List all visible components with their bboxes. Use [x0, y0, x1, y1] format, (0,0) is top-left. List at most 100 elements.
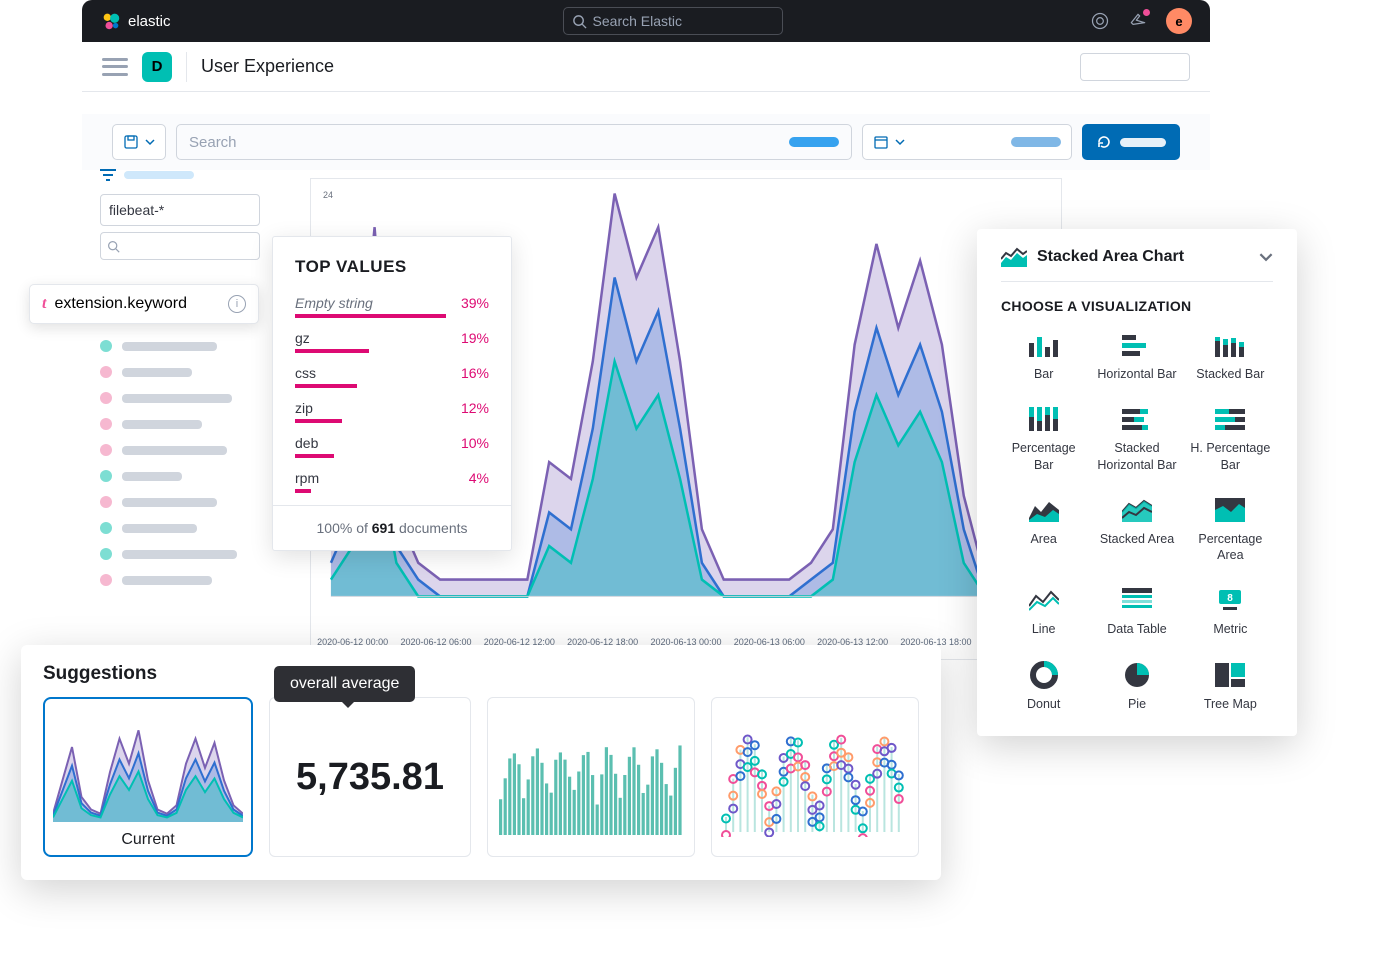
- nav-toggle-icon[interactable]: [102, 58, 128, 76]
- vis-picker-subtitle: CHOOSE A VISUALIZATION: [1001, 298, 1273, 314]
- vis-option-pie[interactable]: Pie: [1094, 662, 1179, 712]
- svg-text:8: 8: [1228, 593, 1234, 604]
- skeleton-text: [122, 524, 197, 533]
- fields-sidebar: filebeat-*: [100, 168, 300, 586]
- top-value-row: gz19%: [295, 330, 489, 353]
- top-value-row: Empty string39%: [295, 295, 489, 318]
- calendar-icon: [873, 134, 889, 150]
- chevron-down-icon[interactable]: [1259, 250, 1273, 264]
- vis-option-percentage-area[interactable]: Percentage Area: [1188, 497, 1273, 564]
- divider: [186, 52, 187, 82]
- top-value-row: rpm4%: [295, 470, 489, 493]
- field-item[interactable]: [100, 548, 300, 560]
- skeleton-text: [122, 498, 217, 507]
- deployment-badge[interactable]: D: [142, 52, 172, 82]
- vis-option-metric[interactable]: 8Metric: [1188, 587, 1273, 637]
- field-item[interactable]: [100, 496, 300, 508]
- vis-option-h-percentage-bar[interactable]: H. Percentage Bar: [1188, 406, 1273, 473]
- field-item[interactable]: [100, 418, 300, 430]
- top-value-row: zip12%: [295, 400, 489, 423]
- vis-option-data-table[interactable]: Data Table: [1094, 587, 1179, 637]
- field-type-dot: [100, 470, 112, 482]
- user-avatar[interactable]: e: [1166, 8, 1192, 34]
- visualization-picker: Stacked Area Chart CHOOSE A VISUALIZATIO…: [977, 229, 1297, 736]
- field-type-dot: [100, 496, 112, 508]
- index-pattern-select[interactable]: filebeat-*: [100, 194, 260, 226]
- vis-option-horizontal-bar[interactable]: Horizontal Bar: [1094, 332, 1179, 382]
- top-values-title: TOP VALUES: [295, 257, 489, 277]
- refresh-button[interactable]: [1082, 124, 1180, 160]
- field-type-dot: [100, 366, 112, 378]
- field-item[interactable]: [100, 392, 300, 404]
- stacked-area-icon: [1001, 247, 1027, 267]
- vis-option-line[interactable]: Line: [1001, 587, 1086, 637]
- global-header: elastic Search Elastic e: [82, 0, 1210, 42]
- field-type-dot: [100, 548, 112, 560]
- field-item[interactable]: [100, 522, 300, 534]
- page-title: User Experience: [201, 56, 334, 77]
- global-search-input[interactable]: Search Elastic: [563, 7, 783, 35]
- suggestions-title: Suggestions: [43, 663, 919, 685]
- top-value-row: css16%: [295, 365, 489, 388]
- field-item[interactable]: [100, 574, 300, 586]
- brand-logo[interactable]: elastic: [100, 10, 171, 32]
- chevron-down-icon: [895, 137, 905, 147]
- top-values-footer: 100% of 691 documents: [273, 505, 511, 550]
- suggestions-panel: Suggestions Current overall average 5,73…: [21, 645, 941, 880]
- brand-name: elastic: [128, 13, 171, 30]
- field-type-dot: [100, 392, 112, 404]
- svg-text:24: 24: [323, 190, 333, 200]
- info-icon[interactable]: i: [228, 295, 246, 313]
- skeleton-text: [122, 342, 217, 351]
- field-item[interactable]: [100, 366, 300, 378]
- field-item[interactable]: [100, 444, 300, 456]
- top-values-panel: TOP VALUES Empty string39% gz19% css16% zip…: [272, 236, 512, 551]
- field-item[interactable]: [100, 340, 300, 352]
- tooltip: overall average: [274, 666, 415, 702]
- saved-query-button[interactable]: [112, 124, 166, 160]
- field-search-input[interactable]: [100, 232, 260, 260]
- query-toolbar: Search: [82, 114, 1210, 170]
- vis-option-donut[interactable]: Donut: [1001, 662, 1086, 712]
- field-type-icon: t: [42, 295, 46, 313]
- vis-option-stacked-area[interactable]: Stacked Area: [1094, 497, 1179, 564]
- vis-option-bar[interactable]: Bar: [1001, 332, 1086, 382]
- header-placeholder-input[interactable]: [1080, 53, 1190, 81]
- vis-option-stacked-horizontal-bar[interactable]: Stacked Horizontal Bar: [1094, 406, 1179, 473]
- search-icon: [107, 240, 120, 253]
- kql-search-input[interactable]: Search: [176, 124, 852, 160]
- mini-bar-chart: [496, 717, 686, 837]
- vis-option-tree-map[interactable]: Tree Map: [1188, 662, 1273, 712]
- vis-option-stacked-bar[interactable]: Stacked Bar: [1188, 332, 1273, 382]
- field-type-dot: [100, 522, 112, 534]
- filter-icon[interactable]: [100, 168, 116, 182]
- app-header: D User Experience: [82, 42, 1210, 92]
- global-search-placeholder: Search Elastic: [593, 13, 682, 29]
- field-type-dot: [100, 444, 112, 456]
- suggestion-metric[interactable]: overall average 5,735.81: [269, 697, 471, 857]
- skeleton-text: [122, 368, 192, 377]
- field-popover[interactable]: t extension.keyword i: [29, 284, 259, 324]
- search-icon: [572, 14, 587, 29]
- date-picker-button[interactable]: [862, 124, 1072, 160]
- vis-option-percentage-bar[interactable]: Percentage Bar: [1001, 406, 1086, 473]
- skeleton-text: [122, 472, 182, 481]
- skeleton-text: [122, 394, 232, 403]
- mini-scatter-chart: [720, 717, 910, 837]
- field-item[interactable]: [100, 470, 300, 482]
- refresh-icon: [1096, 134, 1112, 150]
- field-type-dot: [100, 574, 112, 586]
- field-name: extension.keyword: [54, 295, 187, 313]
- save-icon: [123, 134, 139, 150]
- vis-option-area[interactable]: Area: [1001, 497, 1086, 564]
- elastic-logo-icon: [100, 10, 122, 32]
- news-icon[interactable]: [1128, 11, 1148, 31]
- suggestion-scatter[interactable]: [711, 697, 919, 857]
- mini-area-chart: [53, 722, 243, 832]
- suggestion-current[interactable]: Current: [43, 697, 253, 857]
- current-vis-label[interactable]: Stacked Area Chart: [1037, 248, 1249, 266]
- skeleton-text: [124, 171, 194, 179]
- metric-value: 5,735.81: [296, 756, 444, 799]
- help-icon[interactable]: [1090, 11, 1110, 31]
- suggestion-bar[interactable]: [487, 697, 695, 857]
